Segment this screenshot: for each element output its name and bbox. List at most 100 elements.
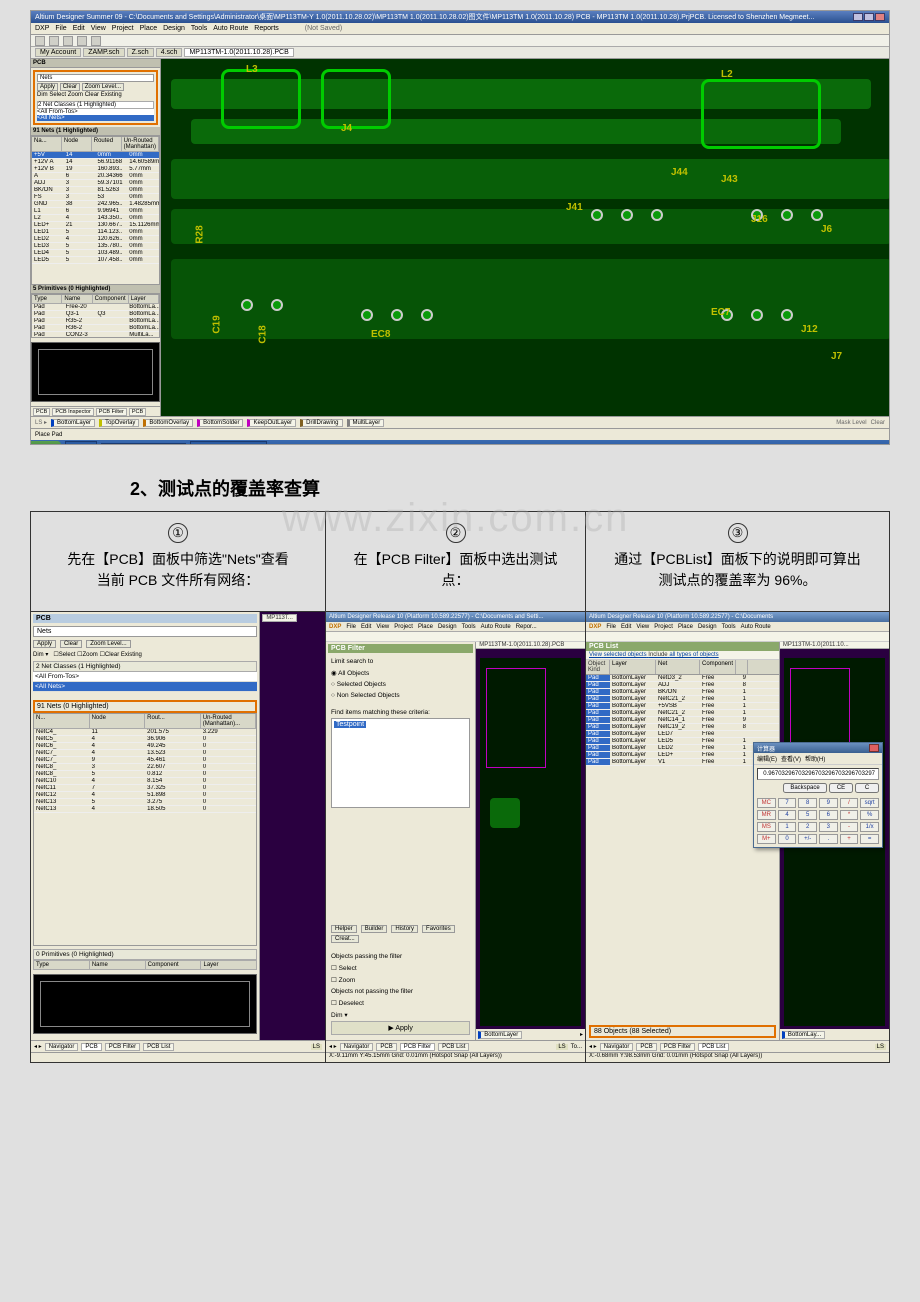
tab-pcb[interactable]: PCB bbox=[376, 1043, 396, 1051]
clear-button[interactable]: Clear bbox=[60, 640, 82, 648]
menu-reports[interactable]: Repor... bbox=[516, 624, 537, 630]
primitive-row[interactable]: PadR36-2BottomLa... bbox=[32, 325, 159, 332]
calc-key[interactable]: 0 bbox=[778, 834, 797, 844]
net-row[interactable]: L169.969410mm bbox=[32, 208, 159, 215]
mode-dropdown[interactable]: Nets bbox=[33, 626, 257, 637]
primitive-row[interactable]: PadR35-2BottomLa... bbox=[32, 318, 159, 325]
calc-key[interactable]: = bbox=[860, 834, 879, 844]
net-row[interactable]: LED15114.123..0mm bbox=[32, 229, 159, 236]
calc-key[interactable]: 4 bbox=[778, 810, 797, 820]
calc-key[interactable]: 5 bbox=[798, 810, 817, 820]
net-class-item[interactable]: <All Nets> bbox=[33, 682, 257, 692]
menu-project[interactable]: Project bbox=[394, 624, 413, 630]
col-routed[interactable]: Routed bbox=[92, 137, 122, 151]
toolbar-button[interactable] bbox=[49, 36, 59, 46]
query-textarea[interactable]: Testpoint bbox=[331, 718, 470, 808]
clear-existing-checkbox[interactable]: Clear Existing bbox=[85, 92, 122, 98]
primitive-row[interactable]: PadFree-20BottomLa... bbox=[32, 304, 159, 311]
doc-tab[interactable]: MP113T... bbox=[262, 614, 297, 622]
tab-navigator[interactable]: Navigator bbox=[600, 1043, 634, 1051]
pcblist-row[interactable]: PadBottomLayerNetC14_1Free9 bbox=[586, 717, 779, 724]
menu-design[interactable]: Design bbox=[438, 624, 457, 630]
pcblist-row[interactable]: PadBottomLayer+5VSBFree1 bbox=[586, 703, 779, 710]
col-layer[interactable]: Layer bbox=[201, 961, 256, 969]
toolbar-button[interactable] bbox=[77, 36, 87, 46]
panel-tab-inspector[interactable]: PCB Inspector bbox=[52, 408, 93, 416]
close-icon[interactable] bbox=[869, 744, 879, 752]
taskbar-button[interactable]: Altium Designer Sum... bbox=[101, 443, 187, 446]
layer-tab-drill[interactable]: DrillDrawing bbox=[300, 419, 342, 427]
pcblist-row[interactable]: PadBottomLayerLED2Free1 bbox=[586, 745, 779, 752]
pcblist-row[interactable]: PadBottomLayerLED+Free1 bbox=[586, 752, 779, 759]
layer-tab-topoverlay[interactable]: TopOverlay bbox=[99, 419, 139, 427]
builder-button[interactable]: Builder bbox=[361, 925, 388, 933]
apply-button-bar[interactable]: ▶ Apply bbox=[331, 1021, 470, 1035]
net-row[interactable]: NetC8_322.6070 bbox=[34, 764, 256, 771]
menu-tools[interactable]: Tools bbox=[462, 624, 476, 630]
col-component[interactable]: Component bbox=[700, 660, 736, 674]
radio-selected[interactable]: Selected Objects bbox=[337, 681, 386, 688]
net-row[interactable]: LED35135.780..0mm bbox=[32, 243, 159, 250]
net-row[interactable]: NetC13418.5050 bbox=[34, 806, 256, 813]
canvas-preview[interactable]: MP113TM-1.0(2011.10.28).PCB BottomLayer … bbox=[476, 642, 585, 1040]
panel-tab-pcb2[interactable]: PCB bbox=[129, 408, 146, 416]
tab-pcb-list[interactable]: PCB List bbox=[698, 1043, 729, 1051]
menu-tools[interactable]: Tools bbox=[722, 624, 736, 630]
calc-key[interactable]: MC bbox=[757, 798, 776, 808]
col-name[interactable]: Name bbox=[90, 961, 146, 969]
minimize-icon[interactable] bbox=[853, 13, 863, 21]
select-checkbox[interactable]: Select bbox=[339, 965, 357, 972]
calc-key[interactable]: 9 bbox=[819, 798, 838, 808]
tab-pcb-list[interactable]: PCB List bbox=[438, 1043, 469, 1051]
tab-pcb-list[interactable]: PCB List bbox=[143, 1043, 174, 1051]
net-row[interactable]: A620.343660mm bbox=[32, 173, 159, 180]
col-name[interactable]: Name bbox=[62, 295, 92, 303]
calc-key[interactable]: 8 bbox=[798, 798, 817, 808]
pcblist-row[interactable]: PadBottomLayerNetC19_2Free8 bbox=[586, 724, 779, 731]
pcblist-link-row[interactable]: View selected objects Include all types … bbox=[586, 651, 779, 660]
taskbar-button[interactable]: 嘉立.. bbox=[65, 441, 97, 445]
calc-key[interactable]: M+ bbox=[757, 834, 776, 844]
net-row[interactable]: ADJ359.371010mm bbox=[32, 180, 159, 187]
toolbar-button[interactable] bbox=[35, 36, 45, 46]
layer-tab-multi[interactable]: MultiLayer bbox=[347, 419, 385, 427]
calc-key[interactable]: 3 bbox=[819, 822, 838, 832]
apply-button[interactable]: Apply bbox=[37, 83, 58, 91]
menu-design[interactable]: Design bbox=[698, 624, 717, 630]
net-row[interactable]: NetC1353.2750 bbox=[34, 799, 256, 806]
net-row[interactable]: FS3530mm bbox=[32, 194, 159, 201]
net-class-item[interactable]: <All From-Tos> bbox=[33, 672, 257, 682]
dim-dropdown[interactable]: Dim bbox=[331, 1012, 343, 1019]
tab-overlay-icon[interactable]: To... bbox=[571, 1044, 582, 1050]
toolbar-button[interactable] bbox=[91, 36, 101, 46]
close-icon[interactable] bbox=[875, 13, 885, 21]
calc-key[interactable]: * bbox=[840, 810, 859, 820]
layer-tab-bottom[interactable]: BottomLayer bbox=[478, 1031, 522, 1039]
pcb-canvas[interactable]: L3 J4 L2 R28 C19 J44 J43 J41 J16 C18 EC8… bbox=[161, 59, 889, 416]
net-row[interactable]: NetC12451.8980 bbox=[34, 792, 256, 799]
tab-active-pcb[interactable]: MP113TM-1.0(2011.10.28).PCB bbox=[184, 48, 293, 57]
helper-button[interactable]: Helper bbox=[331, 925, 357, 933]
menu-view[interactable]: View bbox=[376, 624, 389, 630]
col-node[interactable]: Node bbox=[62, 137, 92, 151]
col-name[interactable]: Na... bbox=[32, 137, 62, 151]
history-button[interactable]: History bbox=[391, 925, 418, 933]
create-button[interactable]: Creat... bbox=[331, 935, 359, 943]
pcblist-row[interactable]: PadBottomLayerNetC21_2Free1 bbox=[586, 710, 779, 717]
menu-autoroute[interactable]: Auto Route bbox=[741, 624, 771, 630]
zoom-checkbox[interactable]: Zoom bbox=[339, 977, 356, 984]
col-component[interactable]: Component bbox=[93, 295, 129, 303]
calc-key-c[interactable]: C bbox=[855, 783, 879, 793]
menu-edit[interactable]: Edit bbox=[73, 25, 85, 32]
pcblist-row[interactable]: PadBottomLayerV1Free1 bbox=[586, 759, 779, 766]
calc-key[interactable]: % bbox=[860, 810, 879, 820]
calc-key[interactable]: sqrt bbox=[860, 798, 879, 808]
menu-place[interactable]: Place bbox=[678, 624, 693, 630]
menu-tools[interactable]: Tools bbox=[191, 25, 207, 32]
net-row[interactable]: NetC6_449.2450 bbox=[34, 743, 256, 750]
calc-menu-view[interactable]: 查看(V) bbox=[781, 754, 801, 763]
net-row[interactable]: +12V A1456.9116814.60589mm bbox=[32, 159, 159, 166]
tab-doc[interactable]: Z.sch bbox=[127, 48, 154, 57]
mode-dropdown[interactable]: Nets bbox=[37, 74, 154, 82]
menu-edit[interactable]: Edit bbox=[361, 624, 371, 630]
